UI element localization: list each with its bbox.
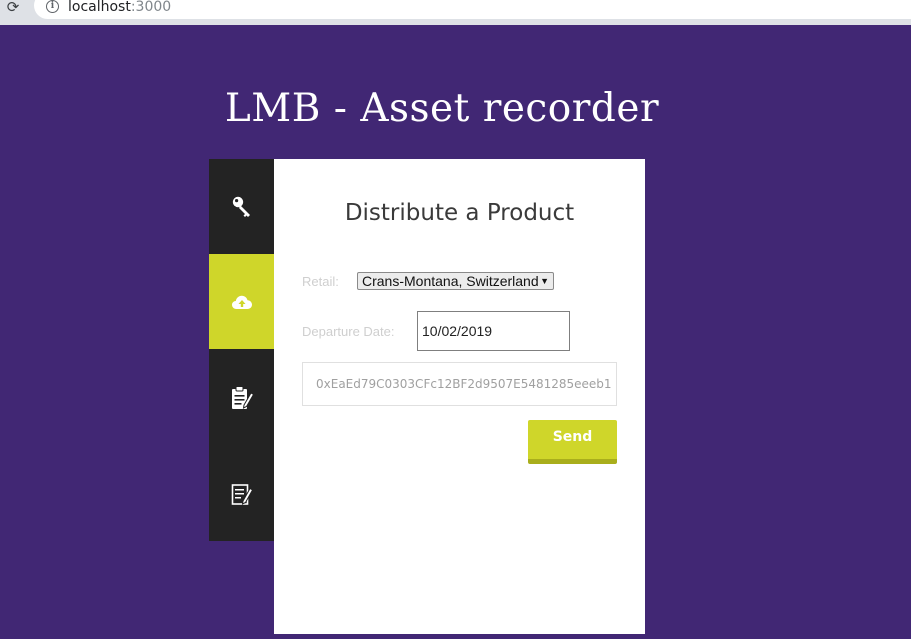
retail-select-value: Crans-Montana, Switzerland — [362, 273, 539, 289]
browser-toolbar: ⟳ i localhost:3000 — [0, 0, 911, 25]
menu-item-notepad[interactable] — [209, 446, 274, 541]
retail-select[interactable]: Crans-Montana, Switzerland ▼ — [357, 272, 554, 290]
cloud-upload-icon — [231, 295, 252, 309]
side-menu — [209, 159, 274, 541]
departure-date-input[interactable] — [417, 311, 570, 351]
address-input[interactable] — [302, 362, 617, 406]
send-button[interactable]: Send — [528, 420, 617, 464]
page-title: LMB - Asset recorder — [224, 86, 660, 131]
clipboard-edit-icon — [231, 385, 254, 409]
dropdown-arrow-icon: ▼ — [540, 276, 549, 286]
retail-label: Retail: — [302, 274, 339, 289]
departure-date-label: Departure Date: — [302, 324, 395, 339]
url-port: :3000 — [130, 0, 172, 15]
key-icon — [232, 196, 250, 217]
distribute-panel: Distribute a Product Retail: Crans-Monta… — [274, 159, 645, 634]
address-bar[interactable]: i localhost:3000 — [34, 0, 911, 19]
reload-icon[interactable]: ⟳ — [4, 0, 22, 16]
notepad-edit-icon — [231, 483, 253, 505]
menu-item-key[interactable] — [209, 159, 274, 254]
info-icon[interactable]: i — [46, 0, 59, 13]
menu-item-clipboard[interactable] — [209, 350, 274, 445]
url-host: localhost — [68, 0, 131, 15]
menu-item-upload[interactable] — [209, 254, 274, 349]
url-text[interactable]: localhost:3000 — [68, 0, 171, 15]
panel-heading: Distribute a Product — [344, 200, 575, 226]
